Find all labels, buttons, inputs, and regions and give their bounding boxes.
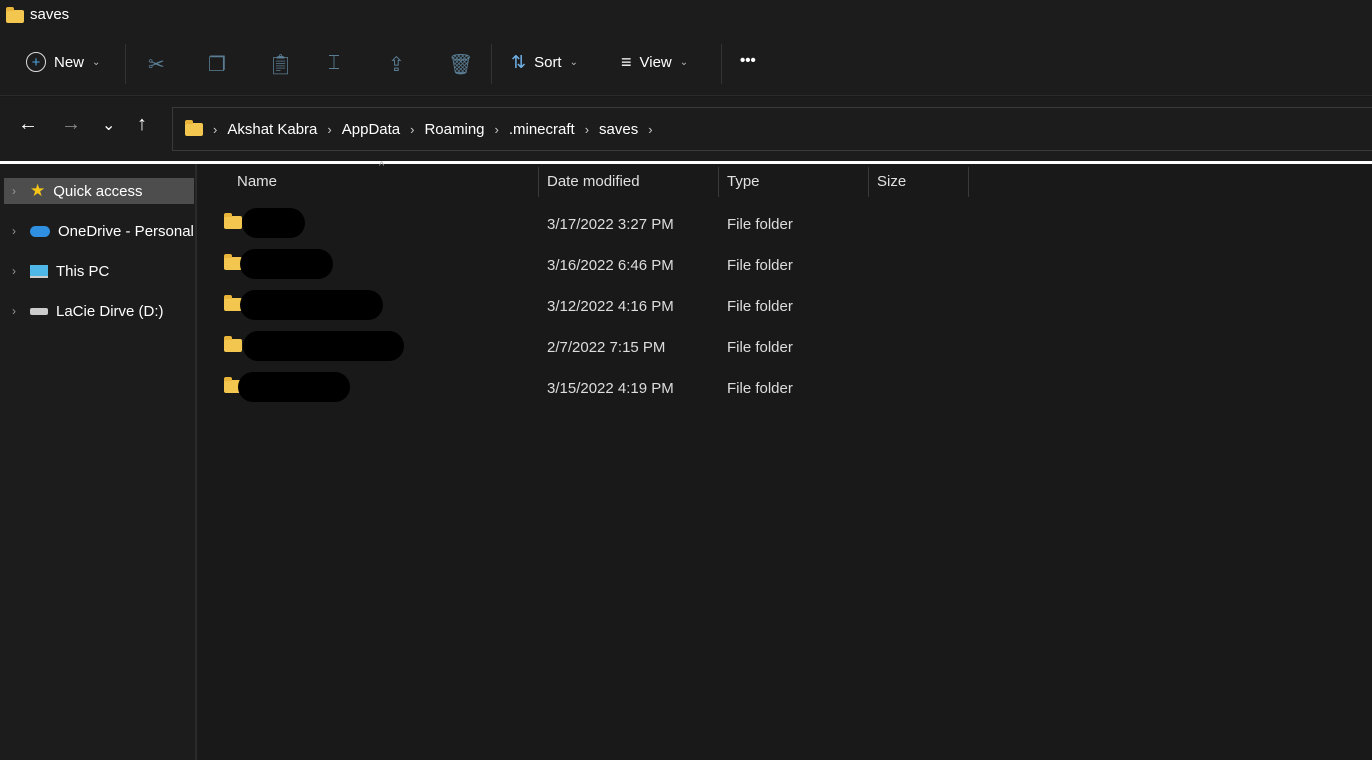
- breadcrumb-item[interactable]: .minecraft: [509, 121, 575, 138]
- divider: [0, 161, 1372, 164]
- forward-button[interactable]: →: [61, 113, 81, 136]
- table-row[interactable]: 3/17/2022 3:27 PM File folder: [200, 204, 980, 245]
- cloud-icon: [30, 226, 50, 237]
- folder-icon: [185, 123, 203, 136]
- navigation-pane: › ★ Quick access › OneDrive - Personal › Thi…: [0, 164, 197, 760]
- sort-label: Sort: [534, 54, 562, 71]
- divider: [125, 44, 126, 84]
- share-icon[interactable]: ⇪: [388, 52, 405, 77]
- sidebar-item-quick-access[interactable]: › ★ Quick access: [4, 178, 194, 204]
- view-label: View: [640, 54, 672, 71]
- breadcrumb-separator[interactable]: ›: [648, 122, 652, 137]
- divider: [721, 44, 722, 84]
- file-type: File folder: [727, 257, 793, 274]
- column-header-size[interactable]: Size: [869, 167, 969, 197]
- breadcrumb-item[interactable]: Akshat Kabra: [227, 121, 317, 138]
- new-button[interactable]: + New ⌄: [26, 52, 100, 72]
- more-options-button[interactable]: •••: [740, 52, 756, 69]
- chevron-down-icon: ⌄: [92, 57, 100, 68]
- date-modified: 3/15/2022 4:19 PM: [547, 380, 674, 397]
- cut-icon[interactable]: ✂: [148, 52, 165, 77]
- sidebar-item-label: Quick access: [53, 183, 142, 200]
- table-row[interactable]: 3/15/2022 4:19 PM File folder: [200, 368, 980, 409]
- folder-icon: [224, 339, 242, 352]
- breadcrumb-item[interactable]: saves: [599, 121, 638, 138]
- table-row[interactable]: 3/12/2022 4:16 PM File folder: [200, 286, 980, 327]
- rename-icon[interactable]: ⌶: [328, 52, 340, 75]
- chevron-right-icon[interactable]: ›: [12, 304, 22, 318]
- breadcrumb-item[interactable]: AppData: [342, 121, 400, 138]
- file-type: File folder: [727, 216, 793, 233]
- sidebar-item-label: LaCie Dirve (D:): [56, 303, 164, 320]
- file-type: File folder: [727, 298, 793, 315]
- drive-icon: [30, 308, 48, 315]
- file-type: File folder: [727, 339, 793, 356]
- sidebar-item-label: OneDrive - Personal: [58, 223, 194, 240]
- date-modified: 3/16/2022 6:46 PM: [547, 257, 674, 274]
- command-bar: + New ⌄ ✂ ❐ 📋︎ ⌶ ⇪ 🗑︎ ⇅ Sort ⌄ ≡ View ⌄ •••: [0, 32, 1372, 96]
- breadcrumb-separator[interactable]: ›: [585, 122, 589, 137]
- chevron-right-icon[interactable]: ›: [12, 224, 22, 238]
- table-row[interactable]: 2/7/2022 7:15 PM File folder: [200, 327, 980, 368]
- breadcrumb-separator[interactable]: ›: [495, 122, 499, 137]
- recent-locations-button[interactable]: ⌄: [102, 115, 115, 135]
- up-button[interactable]: ↑: [137, 113, 147, 136]
- address-bar[interactable]: › Akshat Kabra › AppData › Roaming › .minec…: [172, 107, 1372, 151]
- date-modified: 3/17/2022 3:27 PM: [547, 216, 674, 233]
- star-icon: ★: [30, 181, 45, 201]
- title-bar: saves: [0, 0, 1372, 32]
- column-header-date-modified[interactable]: Date modified: [539, 167, 719, 197]
- divider: [491, 44, 492, 84]
- breadcrumb-separator: ›: [213, 122, 217, 137]
- column-header-type[interactable]: Type: [719, 167, 869, 197]
- sort-icon: ⇅: [511, 52, 526, 73]
- redacted-name: [238, 372, 350, 402]
- file-type: File folder: [727, 380, 793, 397]
- folder-icon: [224, 216, 242, 229]
- breadcrumb-separator[interactable]: ›: [410, 122, 414, 137]
- delete-icon[interactable]: 🗑︎: [448, 52, 473, 77]
- sidebar-item-label: This PC: [56, 263, 109, 280]
- chevron-right-icon[interactable]: ›: [12, 264, 22, 278]
- sidebar-item-onedrive[interactable]: › OneDrive - Personal: [4, 218, 194, 244]
- breadcrumb-separator[interactable]: ›: [327, 122, 331, 137]
- table-row[interactable]: 3/16/2022 6:46 PM File folder: [200, 245, 980, 286]
- sidebar-item-lacie-drive[interactable]: › LaCie Dirve (D:): [4, 298, 194, 324]
- redacted-name: [243, 331, 404, 361]
- redacted-name: [240, 290, 383, 320]
- sidebar-item-this-pc[interactable]: › This PC: [4, 258, 194, 284]
- back-button[interactable]: ←: [18, 113, 38, 136]
- navigation-bar: ← → ⌄ ↑ › Akshat Kabra › AppData › Roaming…: [0, 97, 1372, 161]
- sort-button[interactable]: ⇅ Sort ⌄: [511, 52, 578, 73]
- breadcrumb-item[interactable]: Roaming: [424, 121, 484, 138]
- sort-ascending-icon: ^: [379, 160, 384, 172]
- redacted-name: [242, 208, 305, 238]
- folder-icon: [6, 10, 24, 23]
- chevron-down-icon: ⌄: [570, 57, 578, 68]
- date-modified: 2/7/2022 7:15 PM: [547, 339, 665, 356]
- chevron-right-icon[interactable]: ›: [12, 184, 22, 198]
- window-title: saves: [30, 6, 69, 23]
- copy-icon[interactable]: ❐: [208, 52, 226, 77]
- paste-icon[interactable]: 📋︎: [268, 52, 293, 77]
- date-modified: 3/12/2022 4:16 PM: [547, 298, 674, 315]
- new-label: New: [54, 54, 84, 71]
- list-view-icon: ≡: [621, 52, 632, 73]
- monitor-icon: [30, 265, 48, 278]
- redacted-name: [240, 249, 333, 279]
- view-button[interactable]: ≡ View ⌄: [621, 52, 688, 73]
- chevron-down-icon: ⌄: [680, 57, 688, 68]
- plus-circle-icon: +: [26, 52, 46, 72]
